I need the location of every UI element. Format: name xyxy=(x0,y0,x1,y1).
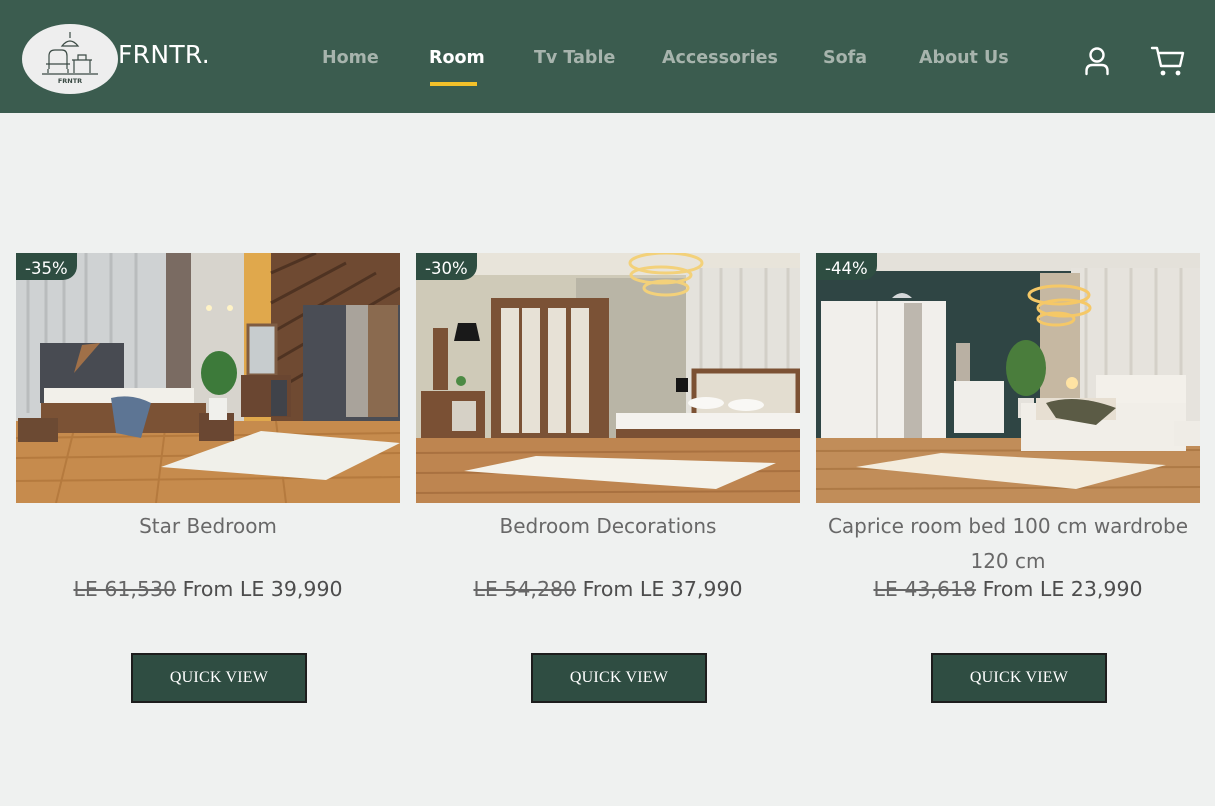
quick-view-button[interactable]: QUICK VIEW xyxy=(131,653,307,703)
product-price: LE 61,530 From LE 39,990 xyxy=(16,577,400,601)
sale-price: From LE 23,990 xyxy=(982,577,1143,601)
user-icon[interactable] xyxy=(1083,46,1111,76)
original-price: LE 61,530 xyxy=(73,577,177,601)
cart-icon[interactable] xyxy=(1150,45,1186,78)
discount-badge: -30% xyxy=(416,253,477,280)
product-card: -35% Star Bedroom LE 61,530 From LE 39,9… xyxy=(16,253,400,713)
product-card: -44% Caprice room bed 100 cm wardrobe 12… xyxy=(816,253,1200,713)
product-price: LE 43,618 From LE 23,990 xyxy=(816,577,1200,601)
active-nav-indicator xyxy=(430,82,477,86)
product-price: LE 54,280 From LE 37,990 xyxy=(416,577,800,601)
brand-name[interactable]: FRNTR. xyxy=(118,40,210,69)
product-title[interactable]: Star Bedroom xyxy=(16,509,400,544)
product-title[interactable]: Bedroom Decorations xyxy=(416,509,800,544)
product-title[interactable]: Caprice room bed 100 cm wardrobe 120 cm xyxy=(816,509,1200,579)
original-price: LE 43,618 xyxy=(873,577,977,601)
original-price: LE 54,280 xyxy=(473,577,577,601)
nav-accessories[interactable]: Accessories xyxy=(662,48,778,68)
nav-about-us[interactable]: About Us xyxy=(919,48,1009,68)
nav-sofa[interactable]: Sofa xyxy=(823,48,867,68)
product-image[interactable] xyxy=(416,253,800,503)
sale-price: From LE 39,990 xyxy=(182,577,343,601)
nav-home[interactable]: Home xyxy=(322,48,379,68)
discount-badge: -35% xyxy=(16,253,77,280)
logo-text: FRNTR xyxy=(58,77,82,85)
nav-room[interactable]: Room xyxy=(429,48,485,68)
quick-view-button[interactable]: QUICK VIEW xyxy=(531,653,707,703)
sale-price: From LE 37,990 xyxy=(582,577,743,601)
discount-badge: -44% xyxy=(816,253,877,280)
product-card: -30% Bedroom Decorations LE 54,280 From … xyxy=(416,253,800,713)
furniture-logo-icon: FRNTR xyxy=(42,32,98,85)
nav-tv-table[interactable]: Tv Table xyxy=(534,48,615,68)
quick-view-button[interactable]: QUICK VIEW xyxy=(931,653,1107,703)
site-header: FRNTR FRNTR. Home Room Tv Table Accessor… xyxy=(0,0,1215,113)
logo[interactable]: FRNTR xyxy=(22,24,118,94)
product-image[interactable] xyxy=(16,253,400,503)
product-image[interactable] xyxy=(816,253,1200,503)
